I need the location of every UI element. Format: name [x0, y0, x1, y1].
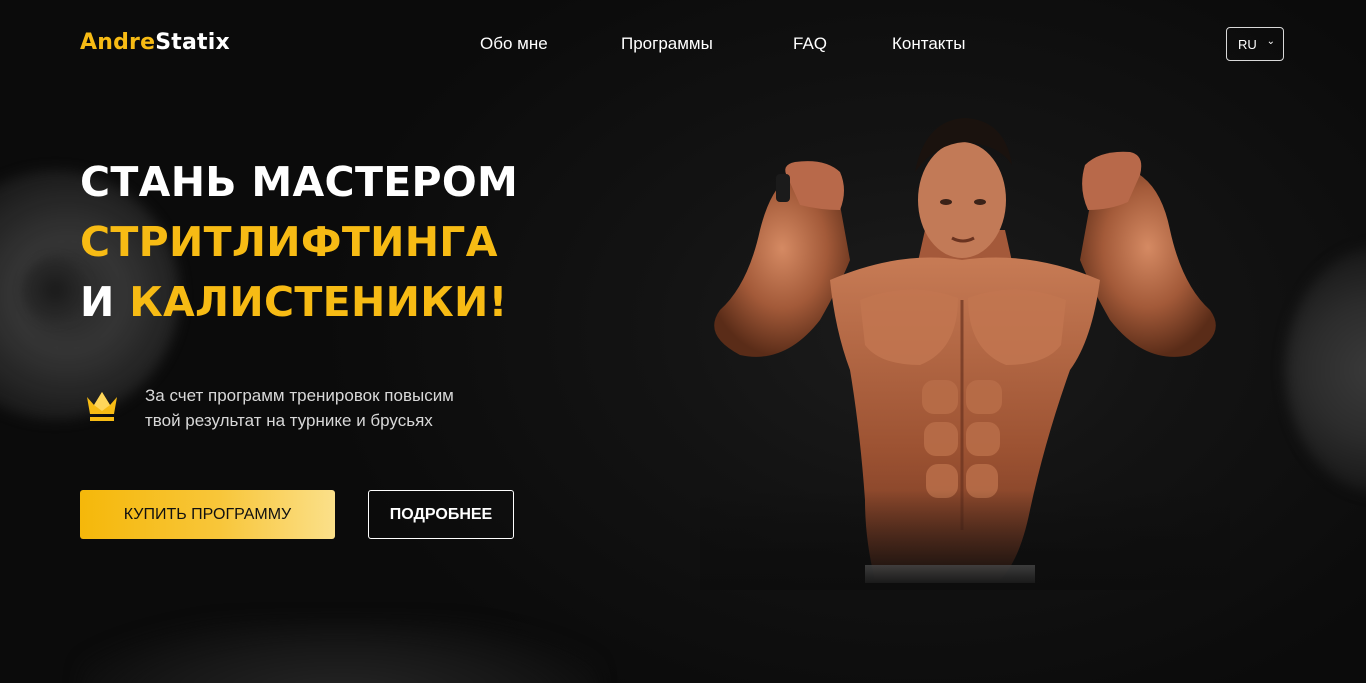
headline-line-2: СТРИТЛИФТИНГА: [80, 218, 498, 266]
headline-line-3: И КАЛИСТЕНИКИ!: [80, 272, 518, 332]
headline-line-1: СТАНЬ МАСТЕРОМ: [80, 158, 519, 206]
learn-more-button[interactable]: ПОДРОБНЕЕ: [368, 490, 514, 539]
chevron-down-icon: ⌄: [1266, 36, 1275, 47]
main-nav: Обо мне Программы FAQ Контакты: [0, 34, 1366, 58]
athlete-image: [700, 118, 1230, 590]
nav-item-programs[interactable]: Программы: [621, 34, 713, 54]
feature-line-2: твой результат на турнике и брусьях: [145, 411, 433, 430]
buy-program-button[interactable]: КУПИТЬ ПРОГРАММУ: [80, 490, 335, 539]
language-select[interactable]: RU ⌄: [1226, 27, 1284, 61]
blurred-weight-plate-right: [1285, 245, 1366, 495]
next-section-preview: [80, 620, 600, 683]
headline-line-3-prefix: И: [80, 278, 115, 326]
language-code: RU: [1238, 37, 1257, 52]
nav-item-faq[interactable]: FAQ: [793, 34, 827, 54]
feature-description: За счет программ тренировок повысим твой…: [145, 383, 525, 433]
hero-headline: СТАНЬ МАСТЕРОМ СТРИТЛИФТИНГА И КАЛИСТЕНИ…: [80, 152, 518, 332]
landing-page: AndreStatix Обо мне Программы FAQ Контак…: [0, 0, 1366, 683]
crown-icon: [87, 392, 117, 421]
nav-item-about[interactable]: Обо мне: [480, 34, 548, 54]
headline-line-3-highlight: КАЛИСТЕНИКИ!: [129, 278, 508, 326]
feature-line-1: За счет программ тренировок повысим: [145, 386, 454, 405]
nav-item-contacts[interactable]: Контакты: [892, 34, 965, 54]
